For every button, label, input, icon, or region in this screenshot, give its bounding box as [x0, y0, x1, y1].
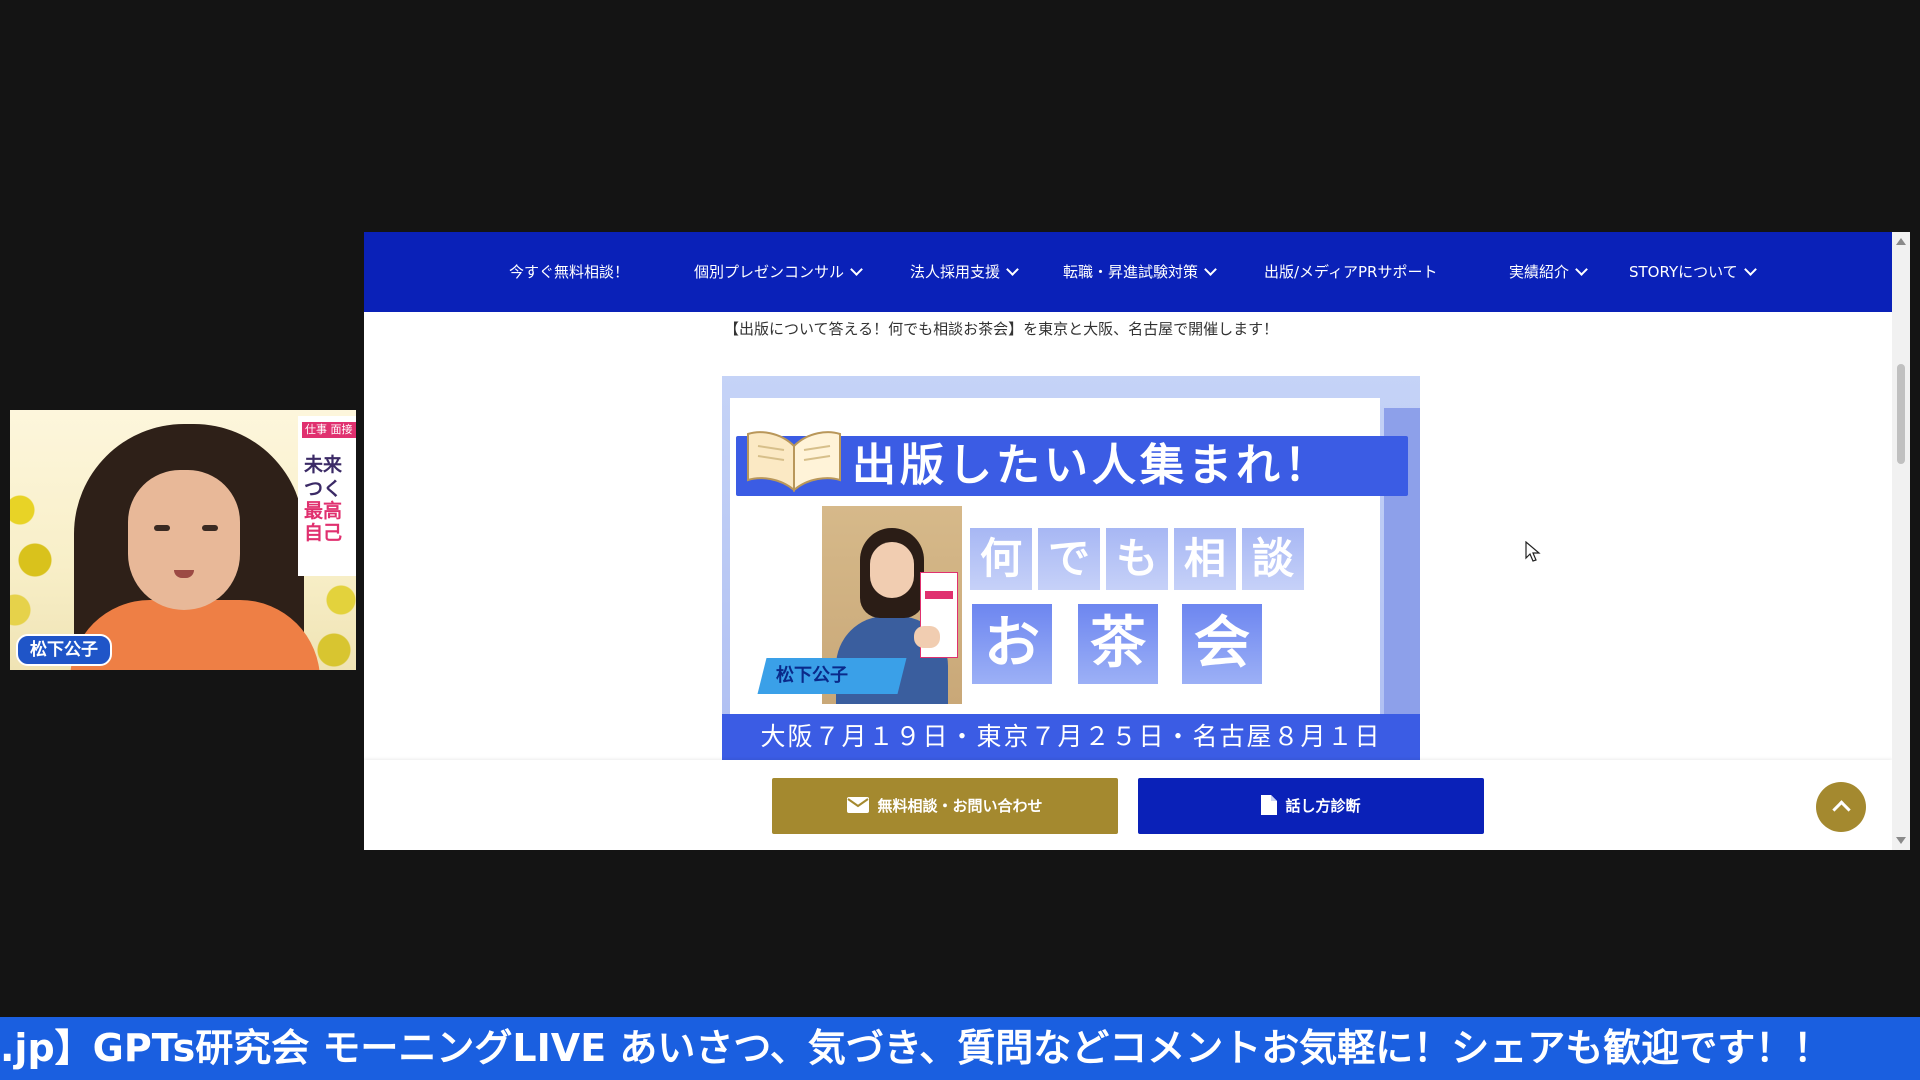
speaker-hand [914, 626, 940, 648]
event-intro-text: 【出版について答える！何でも相談お茶会】を東京と大阪、名古屋で開催します！ [724, 320, 1279, 338]
book-line-3: 最高 [304, 500, 343, 522]
banner-speaker-name: 松下公子 [776, 665, 848, 686]
chevron-down-icon [1006, 263, 1019, 276]
mouse-cursor-icon [1525, 541, 1541, 562]
chevron-down-icon [1743, 263, 1757, 276]
presenter-name-badge: 松下公子 [16, 634, 112, 666]
nav-item-label: 出版/メディアPRサポート [1264, 263, 1438, 281]
scroll-up-arrow-icon[interactable] [1896, 238, 1906, 245]
nav-item-label: STORYについて [1629, 263, 1738, 281]
free-consultation-contact-button[interactable]: 無料相談・お問い合わせ [772, 778, 1118, 834]
speech-diagnosis-button[interactable]: 話し方診断 [1138, 778, 1484, 834]
envelope-icon [847, 796, 870, 813]
scroll-down-arrow-icon[interactable] [1896, 837, 1906, 844]
banner-tile: 相 [1174, 528, 1236, 590]
banner-tile: 茶 [1078, 604, 1158, 684]
event-banner-image[interactable]: 出版したい人集まれ！ 松下公子 何 で も 相 談 お 茶 会 大阪７月１９日・… [722, 376, 1420, 760]
nav-item-label: 転職・昇進試験対策 [1063, 263, 1199, 281]
banner-event-dates: 大阪７月１９日・東京７月２５日・名古屋８月１日 [722, 714, 1420, 760]
scrollbar-thumb[interactable] [1897, 364, 1905, 464]
nav-item-career-exam[interactable]: 転職・昇進試験対策 [1063, 232, 1217, 312]
nav-item-story[interactable]: STORYについて [1629, 232, 1757, 312]
webcam-video-tile: 仕事 面接 未来 つく 最高 自己 松下公子 [10, 410, 356, 670]
page-scrollbar[interactable] [1892, 232, 1910, 850]
nav-item-free-consultation[interactable]: 今すぐ無料相談！ [509, 232, 629, 312]
banner-tile: も [1106, 528, 1168, 590]
chevron-down-icon [1204, 263, 1217, 276]
nav-item-label: 今すぐ無料相談！ [509, 263, 630, 281]
banner-headline: 出版したい人集まれ！ [852, 440, 1332, 491]
chevron-up-icon [1832, 800, 1851, 819]
live-stream-ticker: .jp】GPTs研究会 モーニングLIVE あいさつ、気づき、質問などコメントお… [0, 1017, 1920, 1080]
book-line-4: 自己 [304, 522, 343, 544]
banner-tile: お [972, 604, 1052, 684]
yellow-flowers-right [316, 560, 356, 670]
nav-item-corporate-recruiting[interactable]: 法人採用支援 [910, 232, 1019, 312]
ticker-text: .jp】GPTs研究会 モーニングLIVE あいさつ、気づき、質問などコメントお… [0, 1026, 1832, 1070]
chevron-down-icon [1575, 263, 1588, 276]
presenter-eye-left [154, 525, 170, 531]
banner-tile: 何 [970, 528, 1032, 590]
nav-item-label: 個別プレゼンコンサル [694, 263, 845, 281]
sticky-cta-bar: 無料相談・お問い合わせ 話し方診断 [364, 760, 1892, 850]
book-tag: 仕事 面接 [302, 422, 356, 438]
contact-button-label: 無料相談・お問い合わせ [877, 797, 1043, 815]
browser-viewport: 今すぐ無料相談！ 個別プレゼンコンサル 法人採用支援 転職・昇進試験対策 出版/… [364, 232, 1910, 850]
open-book-icon [747, 431, 841, 493]
speaker-book-stripe [925, 591, 953, 599]
background-book-cover: 仕事 面接 未来 つく 最高 自己 [298, 416, 356, 576]
nav-item-presentation-consulting[interactable]: 個別プレゼンコンサル [694, 232, 863, 312]
banner-tile: 会 [1182, 604, 1262, 684]
back-to-top-button[interactable] [1816, 782, 1866, 832]
nav-item-label: 実績紹介 [1509, 263, 1570, 281]
nav-item-label: 法人採用支援 [910, 263, 1001, 281]
diagnosis-button-label: 話し方診断 [1285, 797, 1361, 815]
speaker-face [870, 542, 914, 598]
book-line-1: 未来 [304, 454, 343, 476]
nav-item-achievements[interactable]: 実績紹介 [1509, 232, 1588, 312]
banner-tile: で [1038, 528, 1100, 590]
site-navigation-bar: 今すぐ無料相談！ 個別プレゼンコンサル 法人採用支援 転職・昇進試験対策 出版/… [364, 232, 1892, 312]
banner-tile: 談 [1242, 528, 1304, 590]
presenter-eye-right [202, 525, 218, 531]
chevron-down-icon [850, 263, 863, 276]
document-icon [1261, 794, 1278, 815]
presenter-face [128, 470, 240, 610]
book-line-2: つく [304, 478, 343, 500]
nav-item-publishing-pr[interactable]: 出版/メディアPRサポート [1264, 232, 1437, 312]
